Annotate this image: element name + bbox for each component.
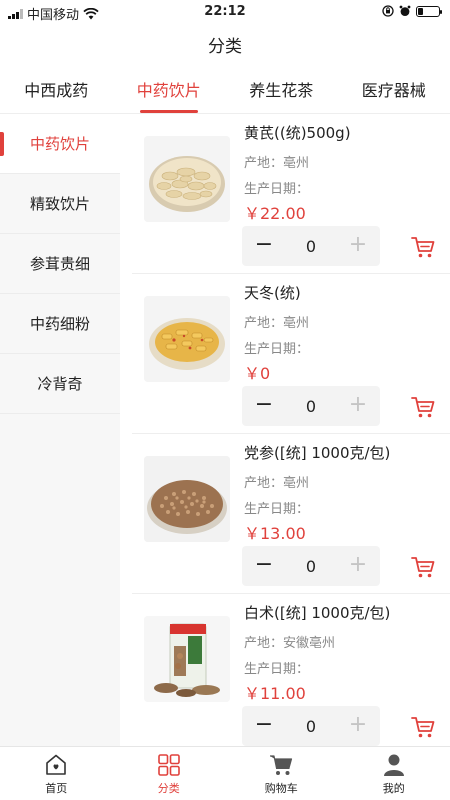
sidebar-item-fine-slices[interactable]: 精致饮片 [0, 174, 120, 234]
sidebar-item-ginseng-antler[interactable]: 参茸贵细 [0, 234, 120, 294]
increase-button[interactable]: + [336, 226, 380, 266]
bottom-tab-label: 我的 [382, 781, 405, 795]
sidebar-item-herbal-powder[interactable]: 中药细粉 [0, 294, 120, 354]
product-image[interactable] [144, 296, 230, 382]
bottom-tab-label: 购物车 [264, 781, 298, 795]
quantity-value[interactable]: 0 [286, 237, 336, 256]
product-origin: 产地：安徽亳州 [244, 636, 336, 651]
cart-icon [270, 754, 293, 775]
add-to-cart-icon[interactable] [410, 234, 436, 260]
increase-button[interactable]: + [336, 386, 380, 426]
product-name: 天冬(统) [244, 284, 301, 302]
increase-button[interactable]: + [336, 546, 380, 586]
product-name: 黄芪((统)500g) [244, 124, 351, 142]
product-card[interactable]: 天冬(统) 产地：亳州 生产日期： ￥0 − 0 + [132, 274, 450, 434]
product-origin: 产地：亳州 [244, 476, 310, 491]
rotation-lock-icon [382, 5, 394, 17]
add-to-cart-icon[interactable] [410, 554, 436, 580]
bottom-tab-bar: 首页 分类 购物车 我的 [0, 746, 450, 800]
sidebar-item-herbal-slices[interactable]: 中药饮片 [0, 114, 120, 174]
bottom-tab-label: 分类 [157, 781, 180, 795]
alarm-icon [399, 5, 411, 16]
bottom-tab-label: 首页 [45, 781, 68, 795]
product-image[interactable] [144, 616, 230, 702]
quantity-stepper: − 0 + [242, 546, 380, 586]
tab-western-medicine[interactable]: 中西成药 [0, 70, 113, 113]
quantity-value[interactable]: 0 [286, 557, 336, 576]
product-card[interactable]: 党参([统] 1000克/包) 产地：亳州 生产日期： ￥13.00 − 0 + [132, 434, 450, 594]
increase-button[interactable]: + [336, 706, 380, 746]
quantity-stepper: − 0 + [242, 706, 380, 746]
quantity-stepper: − 0 + [242, 226, 380, 266]
product-price: ￥11.00 [244, 684, 306, 703]
tab-herbal-tea[interactable]: 养生花茶 [225, 70, 338, 113]
product-price: ￥22.00 [244, 204, 306, 223]
bottom-tab-category[interactable]: 分类 [113, 747, 226, 800]
product-image[interactable] [144, 136, 230, 222]
tab-herbal-slices[interactable]: 中药饮片 [113, 70, 226, 113]
product-list: 黄芪((统)500g) 产地：亳州 生产日期： ￥22.00 − 0 + 天冬(… [132, 114, 450, 746]
product-date: 生产日期： [244, 502, 310, 517]
bottom-tab-home[interactable]: 首页 [0, 747, 113, 800]
decrease-button[interactable]: − [242, 386, 286, 426]
product-name: 白术([统] 1000克/包) [244, 604, 391, 622]
product-price: ￥13.00 [244, 524, 306, 543]
decrease-button[interactable]: − [242, 226, 286, 266]
product-card[interactable]: 白术([统] 1000克/包) 产地：安徽亳州 生产日期： ￥11.00 − 0… [132, 594, 450, 746]
add-to-cart-icon[interactable] [410, 714, 436, 740]
decrease-button[interactable]: − [242, 546, 286, 586]
decrease-button[interactable]: − [242, 706, 286, 746]
bottom-tab-cart[interactable]: 购物车 [225, 747, 338, 800]
product-name: 党参([统] 1000克/包) [244, 444, 391, 462]
top-category-tabs: 中西成药 中药饮片 养生花茶 医疗器械 [0, 70, 450, 114]
product-date: 生产日期： [244, 182, 310, 197]
product-origin: 产地：亳州 [244, 156, 310, 171]
quantity-value[interactable]: 0 [286, 717, 336, 736]
home-icon [46, 754, 67, 775]
quantity-stepper: − 0 + [242, 386, 380, 426]
product-image[interactable] [144, 456, 230, 542]
product-price: ￥0 [244, 364, 271, 383]
quantity-value[interactable]: 0 [286, 397, 336, 416]
tab-medical-devices[interactable]: 医疗器械 [338, 70, 450, 113]
product-origin: 产地：亳州 [244, 316, 310, 331]
status-right [382, 5, 442, 17]
product-date: 生产日期： [244, 342, 310, 357]
sidebar-item-rare-herbs[interactable]: 冷背奇 [0, 354, 120, 414]
page-title: 分类 [208, 37, 242, 57]
category-icon [157, 753, 180, 776]
status-bar: 中国移动 22:12 [0, 0, 450, 24]
product-date: 生产日期： [244, 662, 310, 677]
add-to-cart-icon[interactable] [410, 394, 436, 420]
sidebar: 中药饮片 精致饮片 参茸贵细 中药细粉 冷背奇 [0, 114, 120, 746]
bottom-tab-profile[interactable]: 我的 [338, 747, 450, 800]
battery-icon [416, 5, 442, 17]
product-card[interactable]: 黄芪((统)500g) 产地：亳州 生产日期： ￥22.00 − 0 + [132, 114, 450, 274]
user-icon [383, 754, 404, 776]
